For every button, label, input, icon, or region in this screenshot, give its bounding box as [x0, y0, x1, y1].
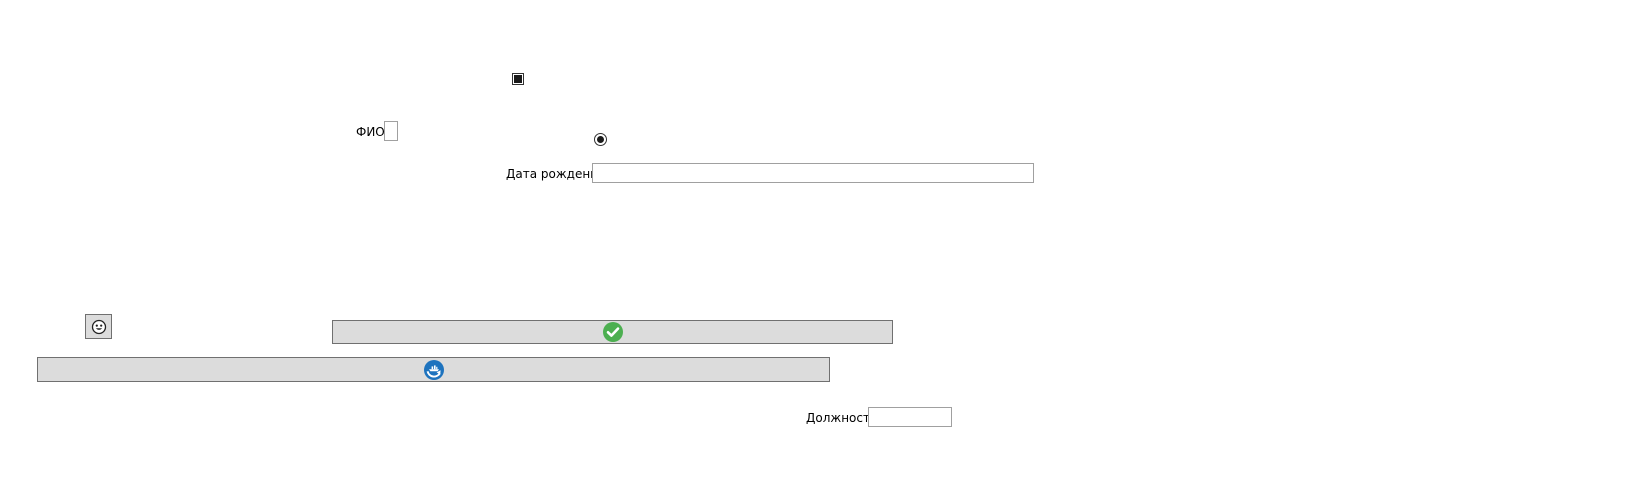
face-button[interactable]: [85, 314, 112, 339]
checkbox[interactable]: [512, 73, 524, 85]
confirm-button[interactable]: [332, 320, 893, 344]
radio-button[interactable]: [594, 133, 607, 146]
face-icon: [91, 319, 107, 335]
radio-selected-dot: [597, 136, 604, 143]
position-label: Должность: [806, 411, 878, 425]
birth-date-label: Дата рождения: [506, 167, 606, 181]
sync-ship-icon: [423, 359, 445, 381]
check-circle-icon: [602, 321, 624, 343]
fio-label: ФИО: [356, 125, 385, 139]
birth-date-field[interactable]: [592, 163, 1034, 183]
position-field[interactable]: [868, 407, 952, 427]
sync-button[interactable]: [37, 357, 830, 382]
fio-field[interactable]: [384, 121, 398, 141]
checkbox-checked-mark: [514, 75, 522, 83]
